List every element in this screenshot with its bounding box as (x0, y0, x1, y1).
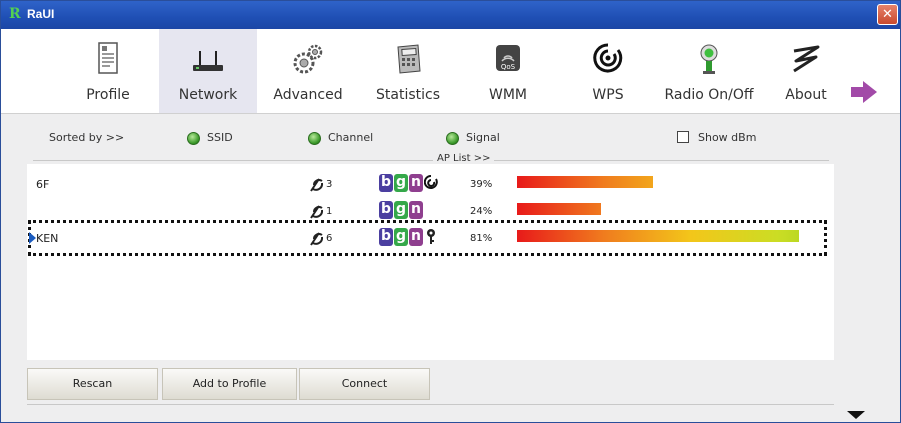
ap-list: 6F 3 bgn 39% 1 bgn 24% KEN 6 b g n 81% (27, 164, 834, 360)
sorted-by-label: Sorted by >> (49, 131, 125, 144)
profile-icon (98, 42, 118, 74)
statistics-icon (397, 44, 421, 74)
bottom-divider (27, 404, 834, 405)
ap-list-row[interactable]: 1 bgn 24% (27, 200, 834, 222)
mode-n-badge: n (409, 201, 423, 219)
mode-g-badge: g (394, 201, 408, 219)
toolbar: Profile Network Advanced Statistics QoS … (1, 29, 900, 114)
advanced-icon (293, 44, 323, 74)
toolbar-wmm-label: WMM (488, 87, 527, 103)
window-title: RaUI (27, 7, 55, 21)
mode-b-badge: b (379, 201, 393, 219)
selected-row-pointer-icon (29, 232, 36, 244)
toolbar-wmm-button[interactable]: QoS WMM (459, 29, 557, 113)
toolbar-radio-onoff-label: Radio On/Off (664, 87, 754, 103)
toolbar-about-button[interactable]: About (759, 29, 853, 113)
button-bar: Rescan Add to Profile Connect (27, 364, 834, 404)
signal-bar (517, 176, 653, 188)
expand-down-arrow-icon[interactable] (847, 411, 865, 419)
raui-window: R RaUI ✕ Profile Network Advanced Statis… (0, 0, 901, 423)
channel-icon: 3 (309, 175, 337, 193)
toolbar-profile-label: Profile (86, 87, 130, 103)
toolbar-advanced-label: Advanced (273, 87, 343, 103)
about-icon (793, 45, 820, 73)
ap-mode-badges: bgn (379, 174, 438, 194)
ap-list-divider (33, 160, 829, 161)
add-to-profile-button[interactable]: Add to Profile (162, 368, 297, 400)
wps-icon (593, 43, 623, 73)
sort-ssid-radio[interactable] (187, 132, 200, 145)
wps-icon (424, 174, 438, 189)
ap-mode-badges: bgn (379, 201, 424, 221)
ap-ssid: 6F (36, 178, 50, 191)
sort-ssid-label[interactable]: SSID (207, 131, 233, 144)
mode-b-badge: b (379, 174, 393, 192)
ap-channel: 3 (326, 179, 333, 190)
toolbar-statistics-label: Statistics (376, 87, 440, 103)
mode-n-badge: n (409, 174, 423, 192)
toolbar-profile-button[interactable]: Profile (59, 29, 157, 113)
show-dbm-label[interactable]: Show dBm (698, 131, 756, 144)
arrow-right-icon[interactable] (851, 81, 877, 103)
channel-icon: 1 (309, 202, 337, 220)
selected-row-focus-outline (28, 220, 827, 256)
radio-icon (700, 44, 718, 74)
toolbar-network-button[interactable]: Network (159, 29, 257, 113)
toolbar-radio-onoff-button[interactable]: Radio On/Off (659, 29, 759, 113)
ap-list-title: AP List >> (433, 153, 495, 164)
sort-channel-label[interactable]: Channel (328, 131, 373, 144)
network-icon (193, 51, 223, 71)
ap-channel: 1 (326, 206, 333, 217)
close-button[interactable]: ✕ (877, 4, 898, 25)
show-dbm-checkbox[interactable] (677, 131, 689, 143)
toolbar-wps-button[interactable]: WPS (559, 29, 657, 113)
sort-signal-label[interactable]: Signal (466, 131, 500, 144)
sort-channel-radio[interactable] (308, 132, 321, 145)
signal-bar (517, 203, 601, 215)
svg-text:QoS: QoS (501, 63, 516, 71)
toolbar-statistics-button[interactable]: Statistics (359, 29, 457, 113)
ap-signal-percent: 39% (470, 179, 493, 190)
toolbar-network-label: Network (178, 87, 238, 103)
app-logo-icon: R (9, 6, 21, 22)
toolbar-about-label: About (785, 87, 827, 103)
mode-g-badge: g (394, 174, 408, 192)
rescan-button[interactable]: Rescan (27, 368, 158, 400)
wmm-icon: QoS (496, 45, 520, 71)
connect-button[interactable]: Connect (299, 368, 430, 400)
ap-list-row[interactable]: 6F 3 bgn 39% (27, 173, 834, 195)
ap-signal-percent: 24% (470, 206, 493, 217)
toolbar-advanced-button[interactable]: Advanced (259, 29, 357, 113)
toolbar-wps-label: WPS (592, 87, 624, 103)
title-bar[interactable]: R RaUI ✕ (1, 1, 900, 29)
sort-signal-radio[interactable] (446, 132, 459, 145)
